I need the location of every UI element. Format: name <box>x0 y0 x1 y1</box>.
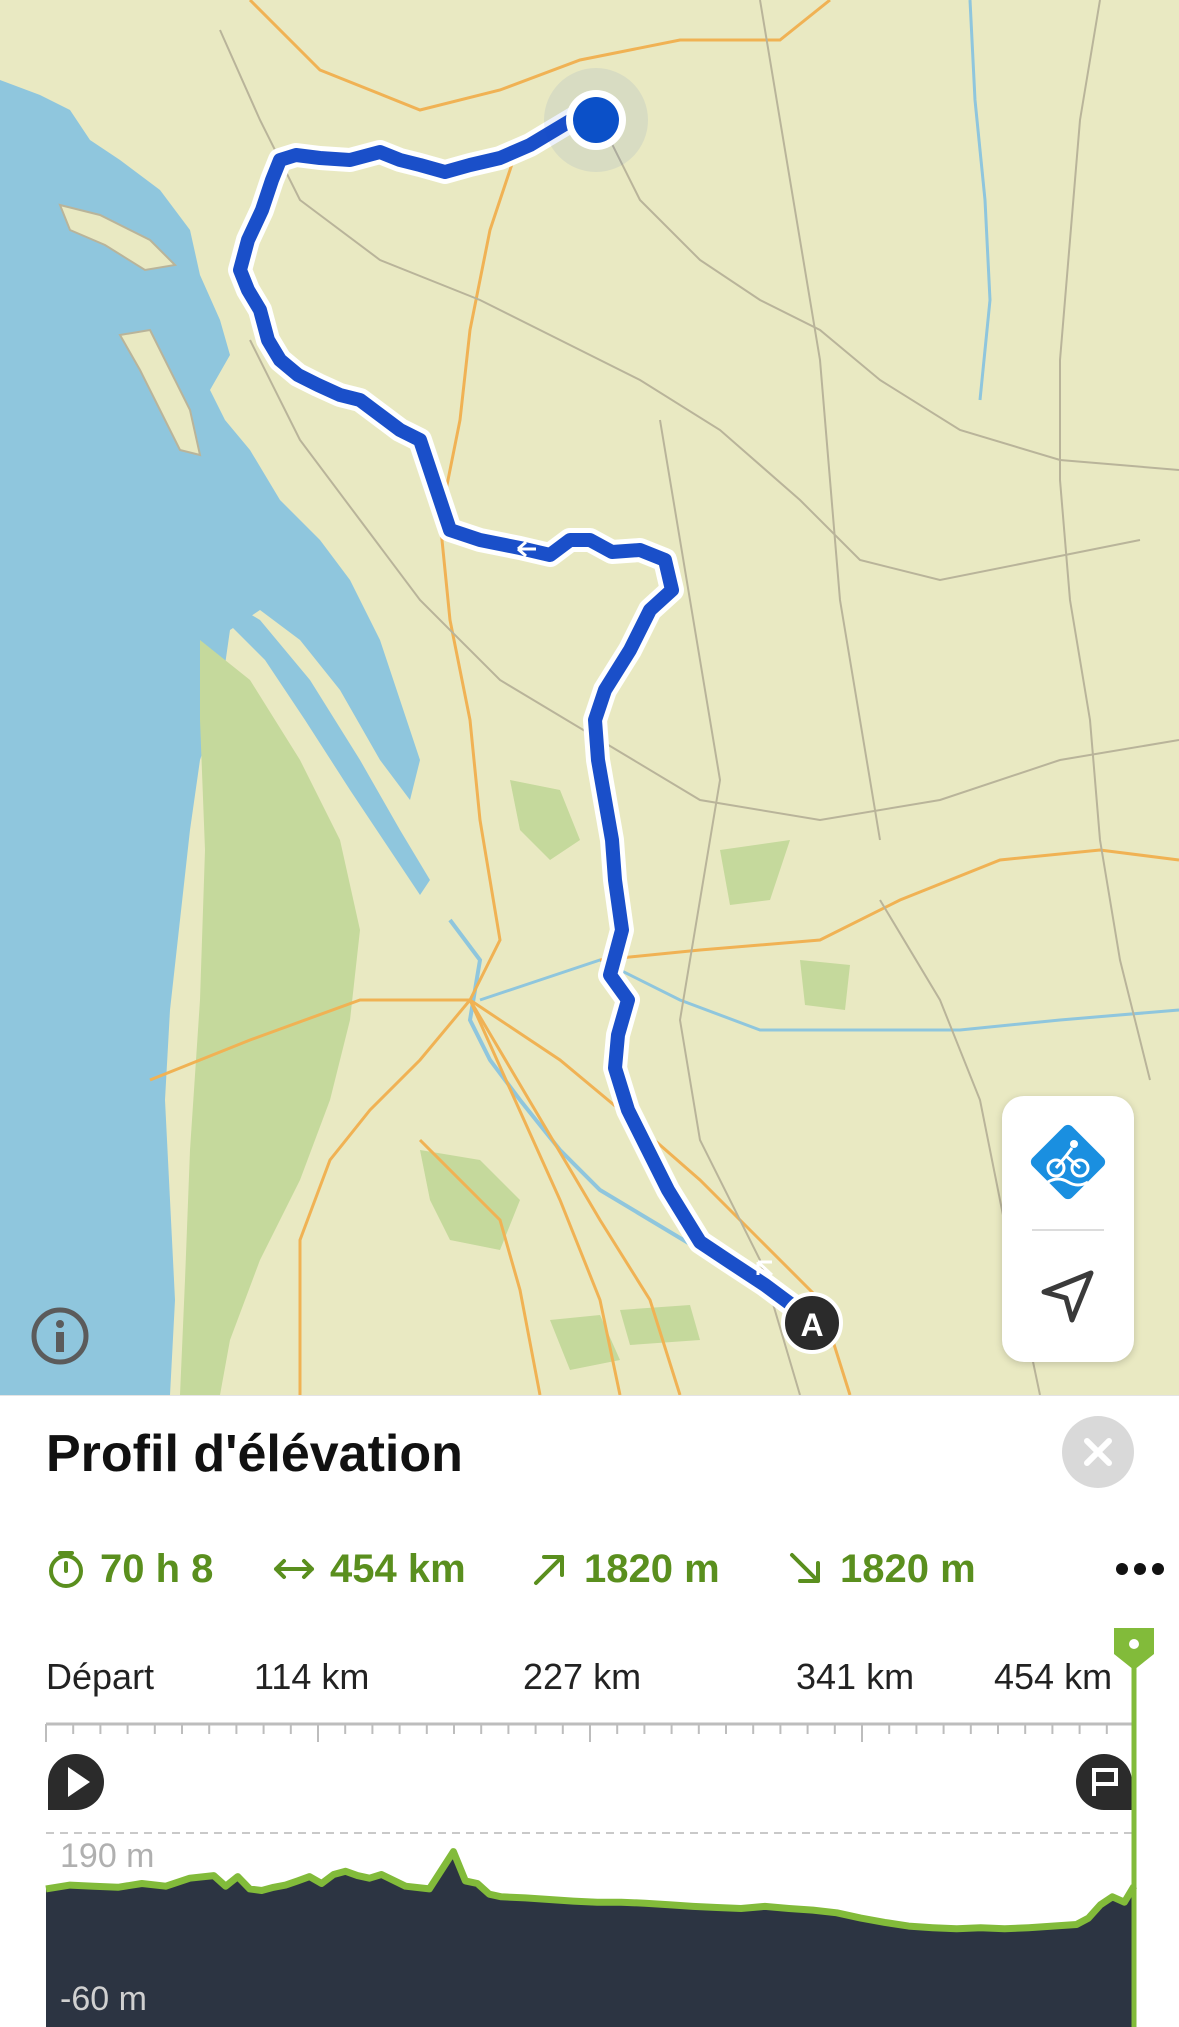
descent-stat: 1820 m <box>786 1539 976 1599</box>
descent-value: 1820 m <box>840 1546 976 1591</box>
elevation-chart[interactable]: Départ 114 km 227 km 341 km 454 km 190 m… <box>0 1624 1179 2027</box>
duration-stat: 70 h 8 <box>46 1539 213 1599</box>
navigation-arrow-icon <box>1041 1270 1094 1323</box>
descent-icon <box>790 1553 820 1583</box>
info-icon[interactable] <box>30 1306 90 1366</box>
sheet-title: Profil d'élévation <box>46 1425 463 1483</box>
y-label-min: -60 m <box>60 1980 147 2018</box>
current-position-dot[interactable] <box>544 68 648 172</box>
more-button[interactable] <box>1106 1539 1176 1599</box>
map-controls <box>1002 1096 1134 1362</box>
start-marker[interactable]: A <box>781 1292 843 1354</box>
distance-value: 454 km <box>330 1546 466 1591</box>
activity-type-button[interactable] <box>1002 1096 1134 1228</box>
ascent-value: 1820 m <box>584 1546 720 1591</box>
forest-area <box>620 1305 700 1345</box>
close-icon <box>1084 1438 1112 1466</box>
ascent-icon <box>534 1555 564 1585</box>
locate-button[interactable] <box>1002 1230 1134 1362</box>
forest-area <box>800 960 850 1010</box>
elevation-chart-svg: 190 m -60 m <box>45 1628 1154 2027</box>
position-marker-dot <box>1129 1639 1139 1649</box>
y-label-max: 190 m <box>60 1837 155 1875</box>
route-stats: 70 h 8 454 km 1820 m 1820 m <box>46 1539 1164 1599</box>
distance-icon <box>274 1559 314 1579</box>
stopwatch-icon <box>49 1551 83 1588</box>
elevation-sheet: Profil d'élévation 70 h 8 454 km 1820 m <box>0 1395 1179 2027</box>
close-button[interactable] <box>1062 1416 1134 1488</box>
duration-value: 70 h 8 <box>100 1546 214 1591</box>
distance-stat: 454 km <box>272 1539 466 1599</box>
cycling-icon <box>1030 1124 1106 1200</box>
svg-text:A: A <box>800 1307 823 1343</box>
ascent-stat: 1820 m <box>530 1539 720 1599</box>
map-view[interactable]: A <box>0 0 1179 1395</box>
more-icon <box>1116 1563 1164 1575</box>
